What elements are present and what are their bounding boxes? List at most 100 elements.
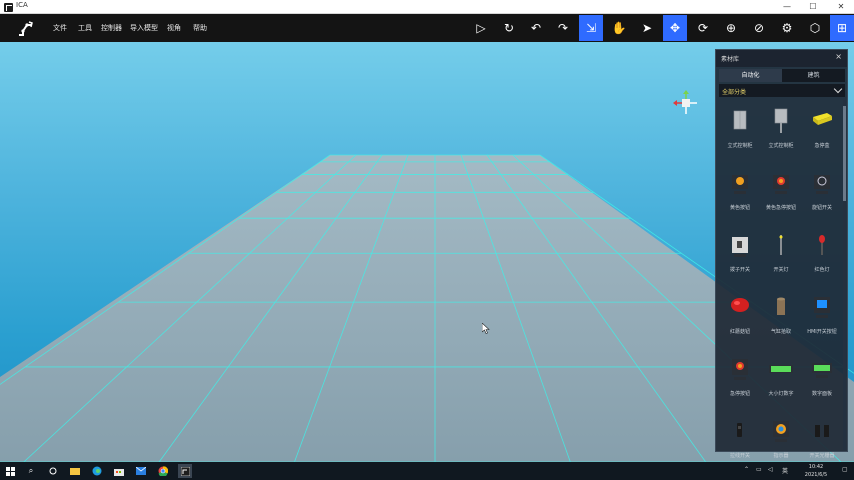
category-select[interactable]: 全部分类 — [719, 84, 845, 97]
asset-item[interactable]: 立式控制柜 — [720, 102, 760, 162]
tab-automation[interactable]: 自动化 — [719, 69, 782, 82]
asset-item[interactable]: 拨子开关 — [720, 226, 760, 286]
start-button[interactable] — [3, 464, 17, 478]
notification-icon[interactable]: ▢ — [842, 466, 848, 473]
asset-item-label: 立式控制柜 — [768, 143, 794, 149]
system-clock[interactable]: 10:42 2021/6/5 — [796, 463, 836, 479]
asset-item-label: 气缸拾取 — [770, 329, 791, 335]
select-button[interactable]: ⇲ — [579, 15, 603, 41]
asset-item[interactable]: 大小灯数字 — [761, 350, 801, 410]
panel-header: 素材库 × — [716, 50, 847, 67]
undo-button[interactable]: ↶ — [524, 15, 548, 41]
asset-item-label: 大小灯数字 — [768, 391, 794, 397]
move-button[interactable]: ✥ — [663, 15, 687, 41]
scrollbar-thumb[interactable] — [843, 106, 846, 201]
play-button[interactable]: ▷ — [469, 15, 493, 41]
asset-item-label: 黄色急停按钮 — [765, 205, 796, 211]
rotate-button[interactable]: ⟳ — [691, 15, 715, 41]
asset-item[interactable]: 气缸拾取 — [761, 288, 801, 348]
asset-item-label: 数字面板 — [811, 391, 832, 397]
tray-up-chevron-icon[interactable]: ⌃ — [744, 466, 749, 473]
cube-button[interactable]: ⬡ — [803, 15, 827, 41]
globe-button[interactable]: ⊘ — [747, 15, 771, 41]
panel-green-icon — [812, 363, 832, 378]
asset-item-label: 旋钮开关 — [811, 205, 832, 211]
main-toolbar: 文件 工具 控制器 导入模型 视角 帮助 ▷ ↻ ↶ ↷ ⇲ ✋ ➤ ✥ ⟳ ⊕ ⊘ ⚙ ⬡ ⊞ — [0, 14, 854, 42]
asset-item-label: 黄色按钮 — [729, 205, 750, 211]
gauge-icon — [773, 421, 789, 442]
maximize-button[interactable]: ☐ — [802, 0, 824, 14]
toggle-icon — [732, 237, 748, 257]
chrome-icon[interactable] — [156, 464, 170, 478]
asset-item[interactable]: 数字面板 — [802, 350, 842, 410]
asset-item-label: 立式控制柜 — [727, 143, 753, 149]
asset-item[interactable]: 急停盒 — [802, 102, 842, 162]
task-view-icon[interactable] — [46, 464, 60, 478]
menu-help[interactable]: 帮助 — [193, 14, 207, 42]
search-icon[interactable]: ⌕ — [24, 464, 38, 478]
reset-button[interactable]: ↻ — [497, 15, 521, 41]
asset-item-label: 拨子开关 — [729, 267, 750, 273]
input-language[interactable]: 英 — [782, 466, 788, 475]
app-window: ICA — ☐ ✕ 文件 工具 控制器 导入模型 视角 帮助 ▷ ↻ ↶ ↷ ⇲ ✋ ➤ ✥ ⟳… — [0, 0, 854, 480]
mushroom-icon — [731, 298, 749, 312]
globe-icon: ⊘ — [753, 21, 765, 35]
edge-browser-icon[interactable] — [90, 464, 104, 478]
file-explorer-icon[interactable] — [68, 464, 82, 478]
panel-scrollbar[interactable] — [843, 100, 846, 450]
menu-view[interactable]: 视角 — [167, 14, 181, 42]
asset-item-label: 开关光栅器 — [809, 453, 835, 459]
asset-item[interactable]: 开关灯 — [761, 226, 801, 286]
gear-icon: ⚙ — [781, 21, 793, 35]
store-icon[interactable] — [112, 464, 126, 478]
asset-item[interactable]: 急停按钮 — [720, 350, 760, 410]
move-icon: ✥ — [669, 21, 681, 35]
volume-icon[interactable]: ◁ — [768, 466, 773, 473]
hand-button[interactable]: ✋ — [607, 15, 631, 41]
asset-item-label: 急停按钮 — [729, 391, 750, 397]
mail-icon[interactable] — [134, 464, 148, 478]
clock-date: 2021/6/5 — [804, 472, 828, 478]
close-button[interactable]: ✕ — [830, 0, 852, 14]
pointer-button[interactable]: ➤ — [635, 15, 659, 41]
robot-arm-logo-icon[interactable] — [16, 19, 34, 37]
pull-icon — [737, 423, 742, 437]
bar-green-icon — [769, 365, 793, 373]
play-icon: ▷ — [476, 21, 486, 35]
panel-close-button[interactable]: × — [835, 52, 842, 61]
estop-icon — [732, 359, 748, 380]
button-yellow-icon — [732, 175, 748, 194]
menu-file[interactable]: 文件 — [53, 14, 67, 42]
asset-item[interactable]: 红蘑菇钮 — [720, 288, 760, 348]
asset-item[interactable]: 立式控制柜 — [761, 102, 801, 162]
minimize-button[interactable]: — — [776, 0, 798, 14]
asset-item[interactable]: 红色灯 — [802, 226, 842, 286]
asset-item[interactable]: HMI开关按钮 — [802, 288, 842, 348]
cylinder-icon — [777, 297, 785, 315]
asset-item[interactable]: 黄色按钮 — [720, 164, 760, 224]
grid-button[interactable]: ⊞ — [830, 15, 854, 41]
pointer-icon: ➤ — [641, 21, 653, 35]
axis-gizmo-icon[interactable] — [672, 90, 702, 116]
menu-import-model[interactable]: 导入模型 — [130, 14, 158, 42]
asset-library-panel: 素材库 × 自动化 建筑 全部分类 立式控制柜 立式控制柜 急停盒黄色按钮 黄色急停按… — [715, 49, 848, 459]
panel-tabs: 自动化 建筑 — [719, 69, 845, 82]
redo-button[interactable]: ↷ — [551, 15, 575, 41]
app-taskbar-icon[interactable] — [178, 464, 192, 478]
menu-tools[interactable]: 工具 — [78, 14, 92, 42]
app-icon — [4, 3, 13, 12]
asset-item[interactable]: 旋钮开关 — [802, 164, 842, 224]
crosshair-button[interactable]: ⊕ — [719, 15, 743, 41]
window-title: ICA — [16, 1, 28, 9]
cabinet-stand-icon — [774, 108, 788, 133]
menu-controller[interactable]: 控制器 — [101, 14, 122, 42]
network-icon[interactable]: ▭ — [756, 466, 762, 473]
reset-icon: ↻ — [503, 21, 515, 35]
tab-building[interactable]: 建筑 — [782, 69, 845, 82]
knob-icon — [814, 175, 830, 194]
lamp-pole-icon — [779, 235, 783, 255]
grid-icon: ⊞ — [836, 21, 848, 35]
gear-button[interactable]: ⚙ — [775, 15, 799, 41]
lamp-red-icon — [819, 235, 825, 255]
asset-item[interactable]: 黄色急停按钮 — [761, 164, 801, 224]
